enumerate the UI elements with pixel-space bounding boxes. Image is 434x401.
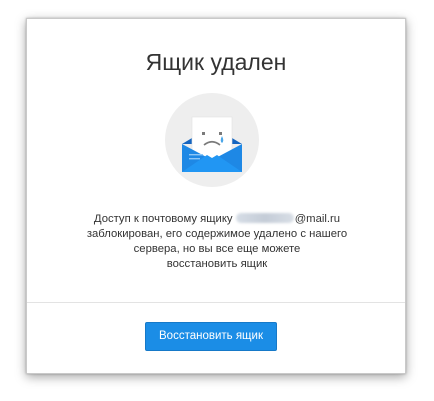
envelope-line-2 [189, 158, 200, 160]
message-part2: заблокирован, его содержимое удалено с н… [86, 228, 348, 240]
masked-email-username [235, 213, 294, 223]
dialog-title: Ящик удален [145, 49, 287, 75]
dialog-divider [27, 302, 405, 303]
right-eye [219, 132, 222, 135]
restore-mailbox-button[interactable]: Восстановить ящик [145, 322, 277, 351]
crying-envelope-icon [164, 92, 260, 188]
message-part4: восстановить ящик [166, 258, 268, 270]
left-eye [202, 132, 205, 135]
message-part3: сервера, но вы все еще можете [133, 243, 301, 255]
deleted-mailbox-dialog: Ящик удален Доступ к почтовому ящику @ma… [26, 18, 406, 374]
envelope-line-1 [189, 154, 203, 156]
email-domain: @mail.ru [294, 213, 341, 225]
screenshot-stage: Ящик удален Доступ к почтовому ящику @ma… [0, 0, 434, 401]
message-part1: Доступ к почтовому ящику [93, 213, 236, 225]
dialog-message: Доступ к почтовому ящику @mail.ru заблок… [57, 212, 377, 272]
envelope-illustration-svg [165, 93, 259, 187]
